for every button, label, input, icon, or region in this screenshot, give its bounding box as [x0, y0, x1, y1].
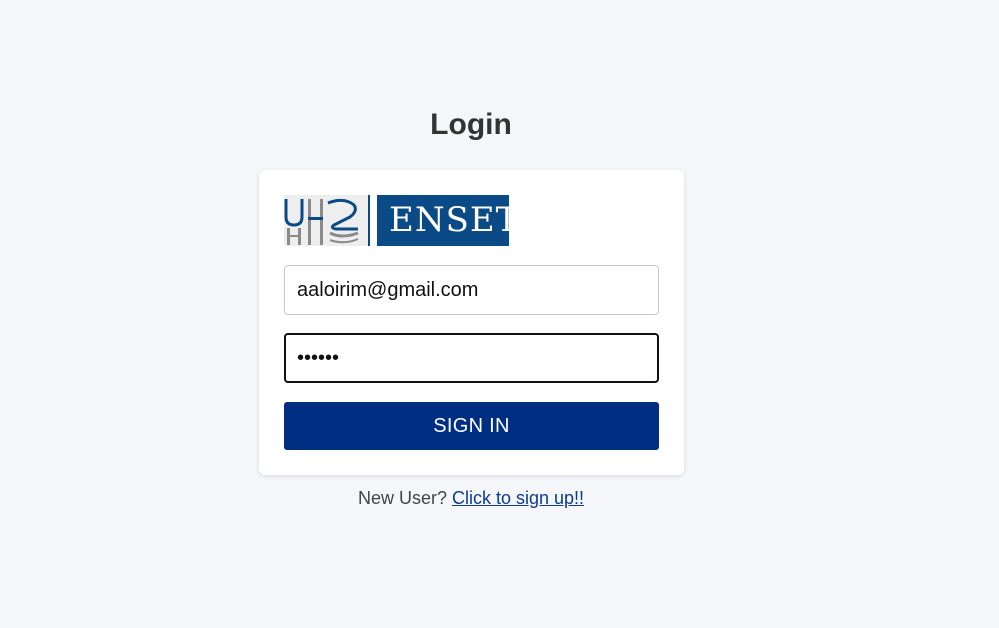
signup-prompt-text: New User? — [357, 488, 452, 508]
login-card: ENSET SIGN IN — [259, 170, 684, 475]
page-title: Login — [430, 108, 512, 141]
enset-wordmark: ENSET — [368, 195, 518, 246]
university-emblem-icon — [284, 195, 368, 246]
signup-prompt: New User? Click to sign up!! — [0, 488, 942, 509]
logo-divider — [370, 195, 377, 246]
logo-text: ENSET — [389, 200, 520, 240]
enset-logo: ENSET — [284, 195, 518, 246]
email-field[interactable] — [284, 265, 659, 315]
sign-in-button[interactable]: SIGN IN — [284, 402, 659, 450]
signup-link[interactable]: Click to sign up!! — [452, 488, 584, 508]
password-field[interactable] — [284, 333, 659, 383]
